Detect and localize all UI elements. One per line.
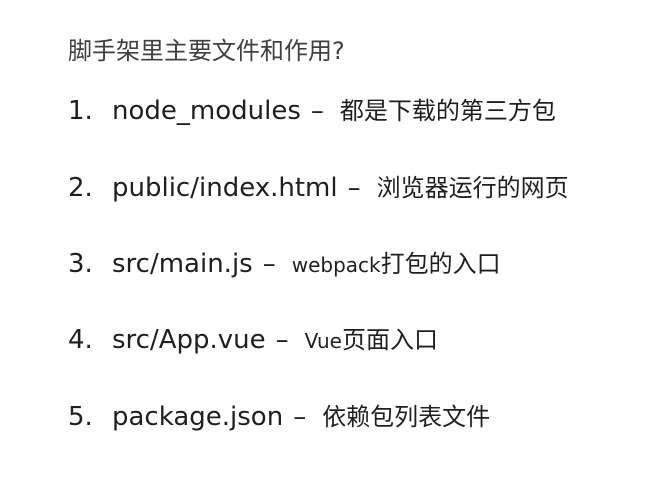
slide-title: 脚手架里主要文件和作用? [68, 37, 345, 65]
item-file: node_modules [112, 96, 301, 126]
item-number: 2. [68, 173, 93, 203]
item-number: 1. [68, 96, 93, 126]
item-desc: 依赖包列表文件 [322, 403, 491, 431]
item-dash: – [275, 325, 289, 355]
slide: 脚手架里主要文件和作用? 1. node_modules – 都是下载的第三方包… [0, 0, 645, 502]
item-dash: – [347, 173, 361, 203]
item-desc: 页面入口 [341, 326, 438, 354]
item-file: public/index.html [112, 173, 338, 203]
list-item: 2. public/index.html – 浏览器运行的网页 [68, 168, 569, 208]
item-number: 3. [68, 249, 93, 279]
list-item: 1. node_modules – 都是下载的第三方包 [68, 91, 556, 131]
list-item: 4. src/App.vue – Vue 页面入口 [68, 320, 438, 360]
item-dash: – [310, 96, 324, 126]
item-desc: 浏览器运行的网页 [376, 174, 569, 202]
item-file: package.json [112, 402, 284, 432]
item-file: src/App.vue [112, 325, 266, 355]
item-file: src/main.js [112, 249, 253, 279]
item-desc: 打包的入口 [380, 250, 501, 278]
item-dash: – [262, 249, 276, 279]
item-dash: – [293, 402, 307, 432]
list-item: 3. src/main.js – webpack 打包的入口 [68, 244, 501, 284]
item-number: 5. [68, 402, 93, 432]
item-desc-prefix: webpack [291, 253, 381, 277]
list-item: 5. package.json – 依赖包列表文件 [68, 397, 490, 437]
item-desc-prefix: Vue [304, 329, 342, 353]
item-desc: 都是下载的第三方包 [339, 97, 556, 125]
item-number: 4. [68, 325, 93, 355]
